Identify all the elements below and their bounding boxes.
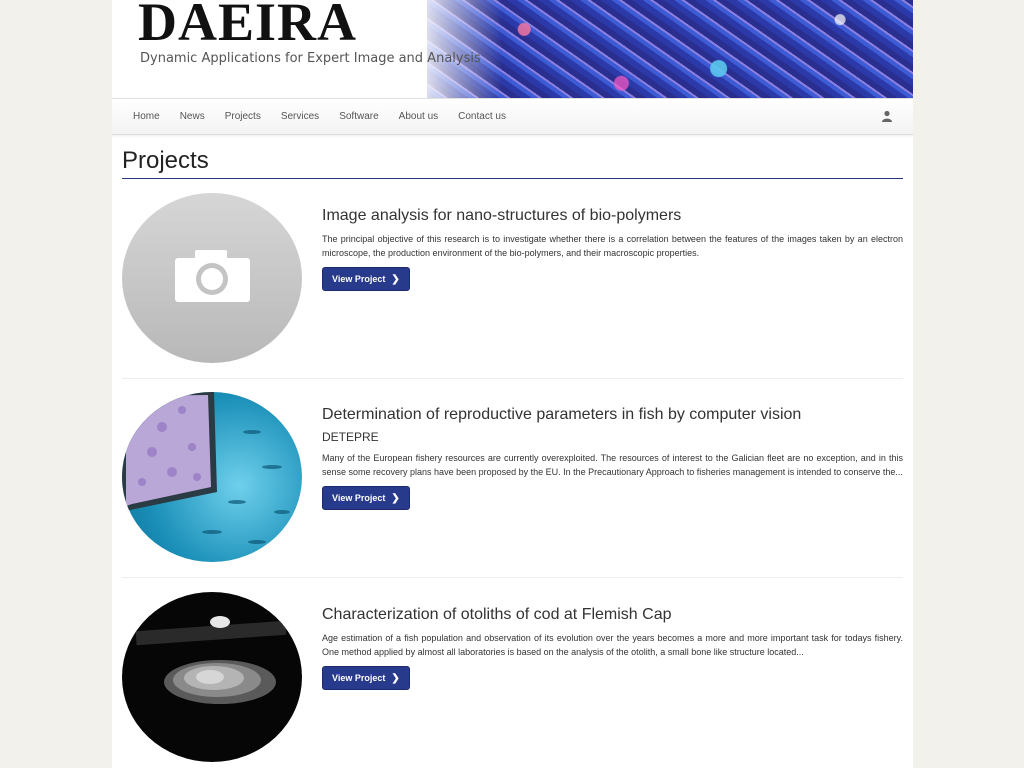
project-subtitle: DETEPRE <box>322 430 379 444</box>
view-project-button[interactable]: View Project ❯ <box>322 267 410 291</box>
header-banner: DAEIRA Dynamic Applications for Expert I… <box>112 0 913 98</box>
page-title: Projects <box>122 147 209 174</box>
view-project-button[interactable]: View Project ❯ <box>322 486 410 510</box>
project-content: Image analysis for nano-structures of bi… <box>322 206 903 291</box>
user-icon[interactable] <box>881 110 893 122</box>
nav-item-home[interactable]: Home <box>133 111 160 122</box>
site-logo[interactable]: DAEIRA <box>138 0 357 54</box>
otolith-photo <box>135 616 287 704</box>
page-container: DAEIRA Dynamic Applications for Expert I… <box>112 0 913 768</box>
project-title[interactable]: Characterization of otoliths of cod at F… <box>322 605 903 625</box>
nav-item-software[interactable]: Software <box>339 111 378 122</box>
project-description: Age estimation of a fish population and … <box>322 633 903 657</box>
chevron-right-icon: ❯ <box>391 273 400 285</box>
project-title[interactable]: Determination of reproductive parameters… <box>322 405 903 425</box>
nav-menu: Home News Projects Services Software Abo… <box>133 99 526 134</box>
site-tagline: Dynamic Applications for Expert Image an… <box>140 51 481 66</box>
nav-item-projects[interactable]: Projects <box>225 111 261 122</box>
project-description: The principal objective of this research… <box>322 234 903 258</box>
project-thumbnail[interactable] <box>122 193 302 363</box>
project-content: Characterization of otoliths of cod at F… <box>322 605 903 690</box>
item-divider <box>122 577 903 578</box>
project-description: Many of the European fishery resources a… <box>322 453 903 477</box>
nav-item-about-us[interactable]: About us <box>399 111 438 122</box>
chevron-right-icon: ❯ <box>391 672 400 684</box>
aquarium-photo <box>122 392 290 544</box>
project-title[interactable]: Image analysis for nano-structures of bi… <box>322 206 903 226</box>
view-project-button[interactable]: View Project ❯ <box>322 666 410 690</box>
chevron-right-icon: ❯ <box>391 492 400 504</box>
camera-icon <box>175 250 250 302</box>
main-navbar: Home News Projects Services Software Abo… <box>112 98 913 135</box>
project-content: Determination of reproductive parameters… <box>322 405 903 510</box>
nav-item-services[interactable]: Services <box>281 111 319 122</box>
item-divider <box>122 378 903 379</box>
project-thumbnail[interactable] <box>122 392 302 562</box>
nav-item-contact-us[interactable]: Contact us <box>458 111 506 122</box>
nav-item-news[interactable]: News <box>180 111 205 122</box>
title-divider <box>122 178 903 179</box>
project-thumbnail[interactable] <box>122 592 302 762</box>
